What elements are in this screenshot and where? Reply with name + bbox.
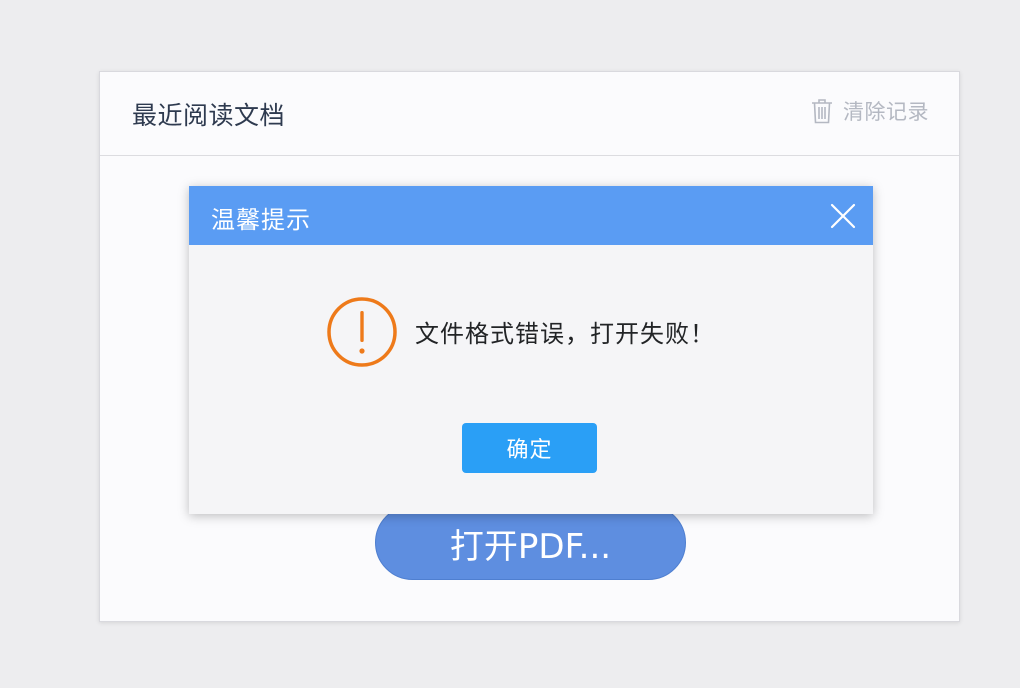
panel-header: 最近阅读文档 清除记录 — [100, 72, 959, 156]
confirm-button[interactable]: 确定 — [462, 423, 597, 473]
dialog-title: 温馨提示 — [211, 206, 311, 234]
clear-history-label: 清除记录 — [843, 100, 929, 124]
warning-icon — [325, 295, 399, 369]
dialog-message: 文件格式错误，打开失败！ — [415, 320, 715, 348]
panel-title: 最近阅读文档 — [132, 101, 286, 130]
open-pdf-button[interactable]: 打开PDF... — [375, 505, 686, 580]
open-pdf-label: 打开PDF... — [449, 527, 612, 567]
trash-icon — [811, 98, 833, 124]
clear-history-button[interactable]: 清除记录 — [811, 96, 929, 126]
dialog-header: 温馨提示 — [189, 186, 873, 245]
app-window: 最近阅读文档 清除记录 打开PDF... 温馨提示 文件格式错误，打开失败！ 确… — [0, 0, 1020, 688]
alert-dialog: 温馨提示 文件格式错误，打开失败！ 确定 — [189, 186, 873, 514]
close-icon[interactable] — [829, 202, 857, 230]
